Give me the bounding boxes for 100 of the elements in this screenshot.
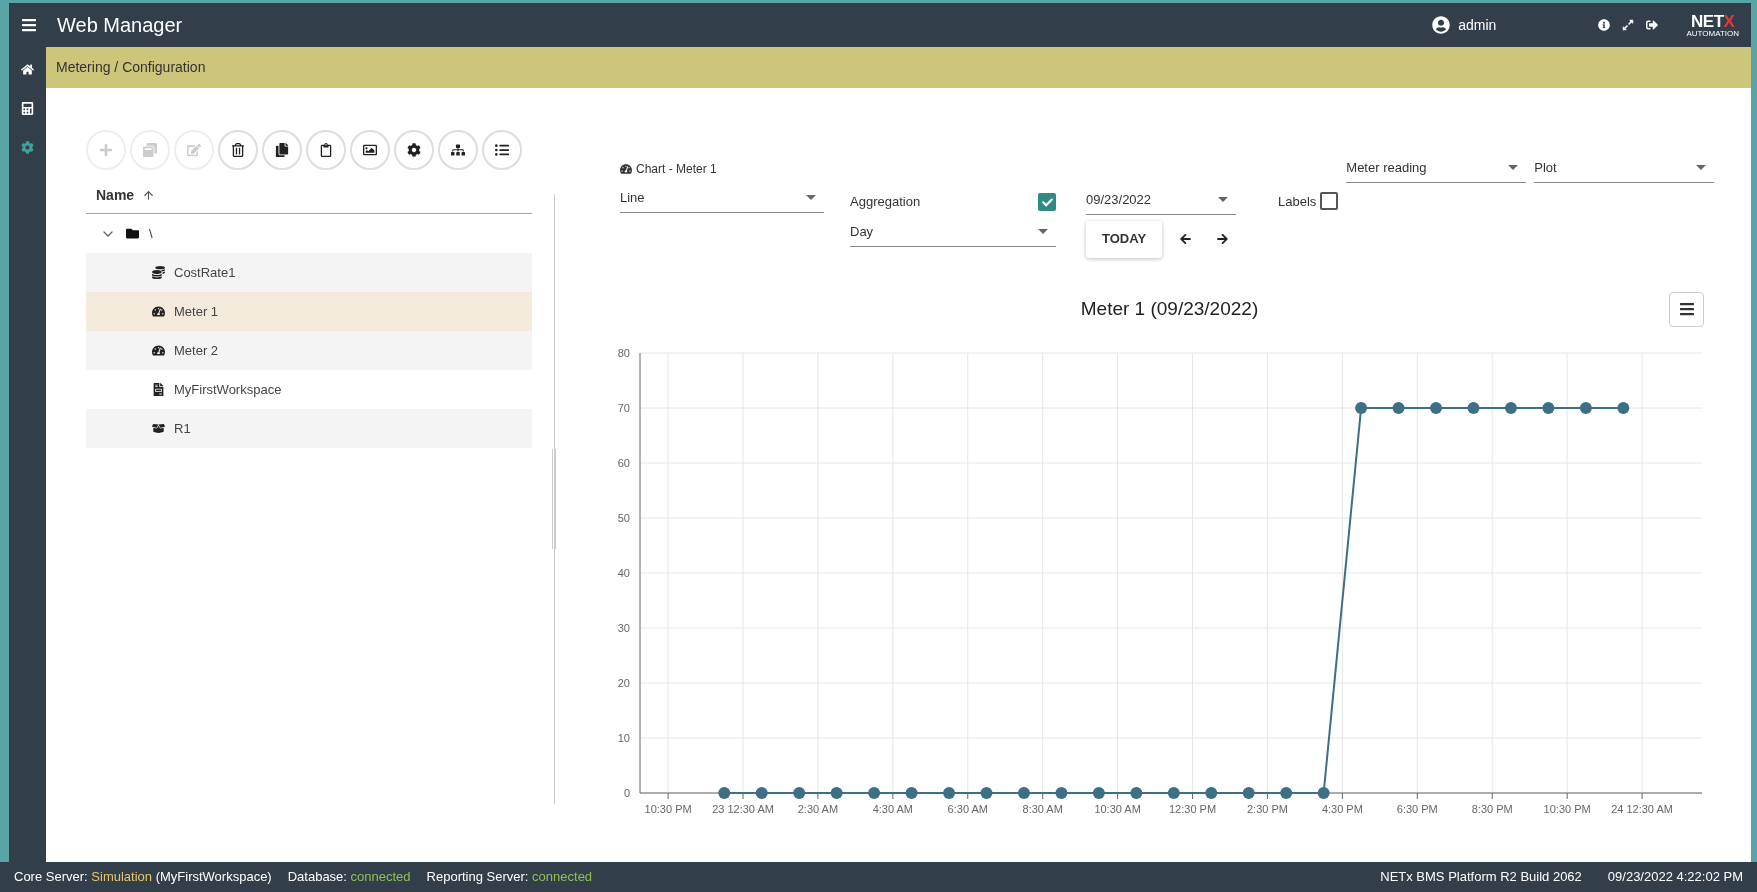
settings-icon[interactable] — [21, 141, 34, 154]
menu-icon[interactable] — [21, 17, 37, 33]
clipboard-icon — [319, 143, 333, 157]
data-point — [793, 786, 806, 799]
dropdown-caret-icon — [806, 195, 816, 201]
toolbar-button[interactable] — [394, 130, 434, 170]
data-point — [1355, 401, 1368, 414]
tree-row[interactable]: \ — [86, 214, 532, 253]
data-point — [1092, 786, 1105, 799]
x-tick-label: 23 12:30 AM — [712, 802, 774, 815]
dropdown-caret-icon — [1696, 165, 1707, 171]
x-tick-label: 8:30 PM — [1471, 802, 1513, 815]
expand-icon[interactable] — [1622, 19, 1635, 31]
arrow-left-icon[interactable] — [1180, 233, 1192, 245]
x-tick-label: 6:30 AM — [947, 802, 988, 815]
hierarchy-icon — [451, 143, 465, 157]
x-tick-label: 4:30 PM — [1321, 802, 1363, 815]
data-point — [1167, 786, 1180, 799]
sort-arrow-icon[interactable] — [142, 189, 156, 202]
date-field[interactable]: 09/23/2022 — [1086, 190, 1236, 215]
data-point — [1280, 786, 1293, 799]
aggregation-checkbox[interactable] — [1038, 193, 1056, 211]
home-icon[interactable] — [21, 63, 34, 76]
dropdown-caret-icon — [1218, 197, 1228, 203]
data-point — [1392, 401, 1405, 414]
tree-label: \ — [149, 224, 153, 243]
folder-icon — [126, 227, 139, 240]
chart-menu-button[interactable] — [1669, 291, 1704, 327]
x-tick-label: 10:30 PM — [1543, 802, 1591, 815]
x-tick-label: 24 12:30 AM — [1611, 802, 1673, 815]
toolbar-button[interactable] — [262, 130, 302, 170]
status-item: Reporting Server: connected — [426, 868, 593, 887]
toolbar-button[interactable] — [438, 130, 478, 170]
arrow-right-icon[interactable] — [1217, 233, 1228, 245]
aggregation-label: Aggregation — [850, 193, 921, 212]
data-point — [1130, 786, 1143, 799]
data-point — [755, 786, 768, 799]
x-tick-label: 2:30 AM — [797, 802, 839, 815]
box-icon — [152, 422, 165, 435]
y-tick-label: 40 — [617, 566, 630, 579]
data-point — [1430, 401, 1443, 414]
chart-title: Meter 1 (09/23/2022) — [1079, 296, 1260, 321]
tree-row[interactable]: CostRate1 — [86, 253, 532, 292]
labels-label: Labels — [1278, 193, 1317, 211]
toolbar-button[interactable] — [218, 130, 258, 170]
x-tick-label: 10:30 PM — [644, 802, 692, 815]
column-header[interactable]: Name — [96, 185, 135, 206]
tree-label: Meter 2 — [174, 341, 219, 360]
windows-icon — [143, 143, 157, 157]
data-point — [1017, 786, 1030, 799]
settings-icon — [407, 143, 421, 157]
x-tick-label: 2:30 PM — [1247, 802, 1288, 815]
chart-panel-title: Chart - Meter 1 — [636, 161, 717, 178]
calculator-icon[interactable] — [21, 102, 34, 115]
y-tick-label: 0 — [623, 786, 630, 799]
today-button[interactable]: TODAY — [1086, 220, 1163, 258]
y-tick-label: 50 — [617, 511, 630, 524]
data-point — [943, 786, 956, 799]
breadcrumb: Metering / Configuration — [56, 58, 206, 77]
tree-row[interactable]: R1 — [86, 409, 532, 448]
labels-checkbox[interactable] — [1320, 192, 1339, 210]
mode-select[interactable]: Plot — [1534, 158, 1715, 183]
user-name[interactable]: admin — [1458, 14, 1497, 36]
resize-handle[interactable] — [552, 449, 556, 549]
image-icon — [363, 143, 377, 157]
tree-row[interactable]: Meter 1 — [86, 292, 532, 331]
edit-icon — [187, 143, 201, 157]
toolbar-button[interactable] — [306, 130, 346, 170]
value-select[interactable]: Meter reading — [1346, 158, 1527, 183]
gauge-icon — [152, 305, 165, 318]
sign-out-icon[interactable] — [1646, 19, 1659, 31]
data-point — [1205, 786, 1218, 799]
toolbar-button[interactable] — [482, 130, 522, 170]
data-point — [1467, 401, 1480, 414]
dropdown-caret-icon — [1508, 165, 1519, 171]
status-datetime: 09/23/2022 4:22:02 PM — [1607, 868, 1743, 887]
logo: NETX AUTOMATION — [1686, 12, 1739, 38]
tree-row[interactable]: Meter 2 — [86, 331, 532, 370]
x-tick-label: 12:30 PM — [1169, 802, 1217, 815]
info-icon[interactable] — [1598, 19, 1611, 31]
data-point — [1317, 786, 1330, 799]
y-tick-label: 60 — [617, 456, 630, 469]
y-tick-label: 30 — [617, 621, 630, 634]
data-point — [1542, 401, 1555, 414]
aggregation-select[interactable]: Day — [850, 222, 1056, 247]
trash-icon — [231, 143, 245, 157]
tree-label: MyFirstWorkspace — [174, 380, 282, 399]
y-tick-label: 10 — [617, 731, 630, 744]
y-tick-label: 70 — [617, 401, 630, 414]
user-icon[interactable] — [1432, 16, 1451, 34]
data-point — [1242, 786, 1255, 799]
data-point — [1055, 786, 1068, 799]
data-point — [718, 786, 731, 799]
toolbar-button[interactable] — [350, 130, 390, 170]
copy-icon — [275, 143, 289, 157]
app-title: Web Manager — [57, 13, 183, 38]
gauge-icon — [152, 344, 165, 357]
chart-type-select[interactable]: Line — [620, 188, 824, 213]
x-tick-label: 10:30 AM — [1094, 802, 1141, 815]
data-point — [980, 786, 993, 799]
